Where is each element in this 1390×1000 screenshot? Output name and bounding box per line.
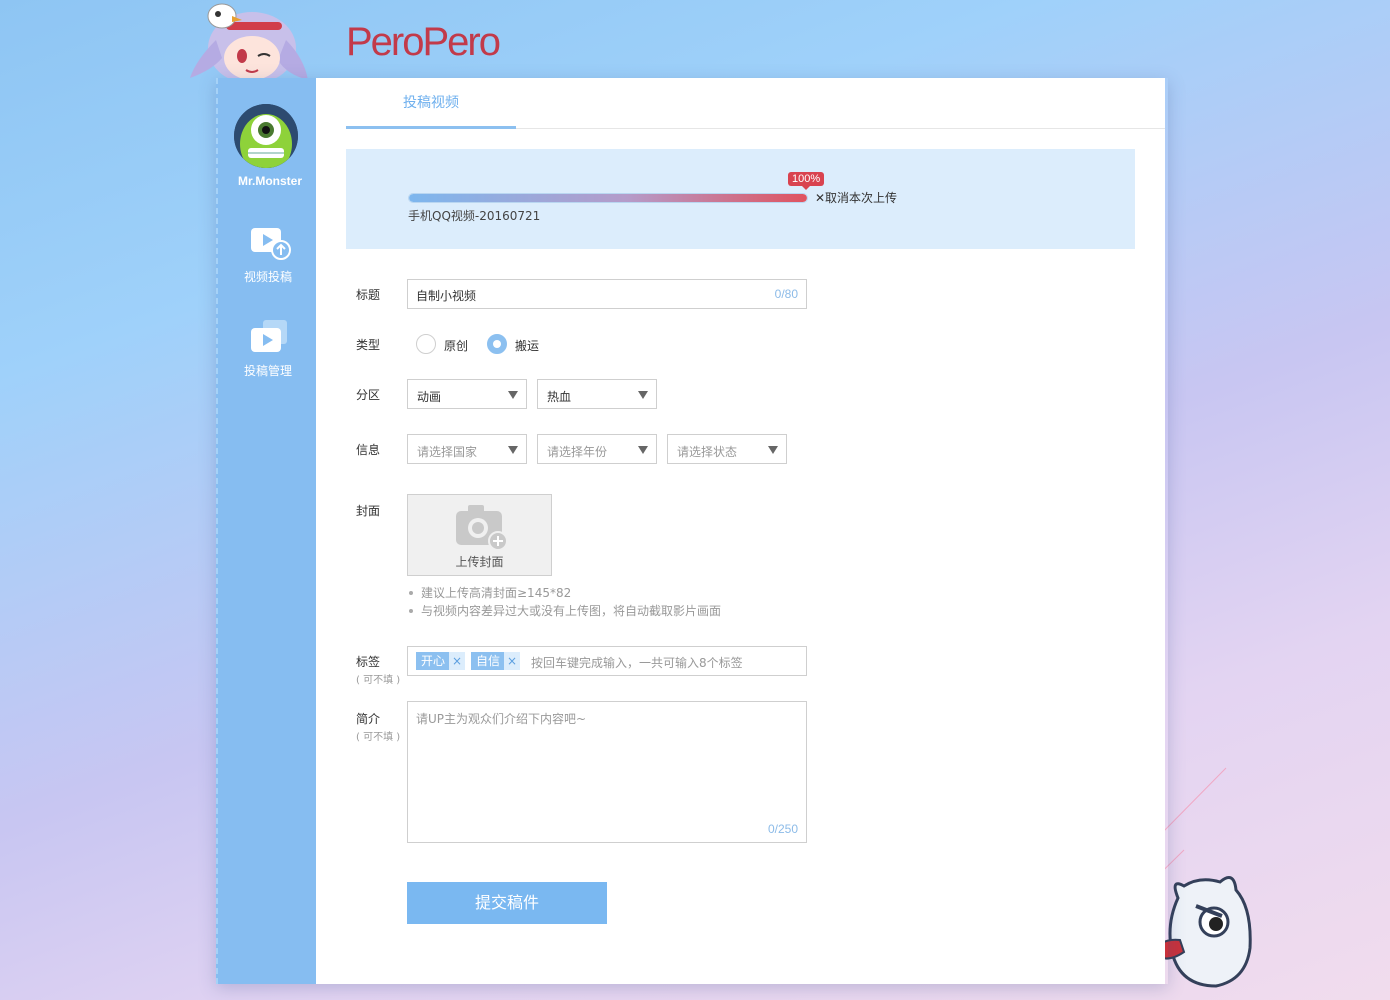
zone-label: 分区 [356,388,381,402]
info-label: 信息 [356,443,381,457]
tag-remove-icon[interactable]: × [504,652,521,670]
uploaded-file-name: 手机QQ视频-20160721 [408,209,541,223]
dropdown-arrow-icon [638,446,648,454]
title-input[interactable]: 自制小视频 0/80 [407,279,807,309]
tag-remove-icon[interactable]: × [449,652,466,670]
radio-label: 原创 [444,339,469,353]
tags-input[interactable]: 开心 × 自信 × 按回车键完成输入，一共可输入8个标签 [407,646,807,676]
tags-label-text: 标签 [356,655,381,669]
progress-fill [409,194,807,202]
sidebar-item-video-manage[interactable]: 投稿管理 [218,318,318,379]
main-panel: 投稿视频 100% ✕取消本次上传 手机QQ视频-20160721 标题 自制小… [316,78,1165,984]
tag-label: 自信 [476,654,501,668]
select-value: 动画 [417,390,442,404]
select-value: 热血 [547,390,572,404]
sidebar-item-label: 视频投稿 [243,270,292,284]
sidebar-item-label: 投稿管理 [243,364,292,378]
tag-chip: 开心 × [416,652,466,670]
sidebar: Mr.Monster 视频投稿 投稿管理 [216,78,316,984]
type-label: 类型 [356,338,381,352]
type-radio-group: 原创 搬运 [416,334,616,354]
mascot-girl-image [190,3,308,86]
title-input-value: 自制小视频 [416,289,477,303]
optional-hint: ( 可不填 ) [356,732,401,743]
zone-primary-select[interactable]: 动画 [407,379,527,409]
radio-circle [416,334,436,354]
intro-textarea[interactable]: 请UP主为观众们介绍下内容吧~ 0/250 [407,701,807,843]
avatar[interactable] [234,104,298,168]
intro-placeholder: 请UP主为观众们介绍下内容吧~ [416,712,587,726]
video-upload-icon [245,224,291,264]
select-placeholder: 请选择国家 [417,445,478,459]
cancel-upload-button[interactable]: ✕取消本次上传 [815,189,897,206]
tab-bar: 投稿视频 [346,78,1165,129]
tags-placeholder: 按回车键完成输入，一共可输入8个标签 [531,656,743,670]
radio-label: 搬运 [515,339,540,353]
progress-percent-badge: 100% [788,172,825,190]
cover-tips: 建议上传高清封面≥145*82 与视频内容差异过大或没有上传图，将自动截取影片画… [407,584,721,620]
upload-cover-label: 上传封面 [455,555,504,569]
tag-chip: 自信 × [471,652,521,670]
tab-submit-video[interactable]: 投稿视频 [346,78,516,129]
zone-secondary-select[interactable]: 热血 [537,379,657,409]
intro-label: 简介 ( 可不填 ) [356,710,400,743]
title-label: 标题 [356,288,381,302]
dropdown-arrow-icon [768,446,778,454]
optional-hint: ( 可不填 ) [356,675,401,686]
radio-circle [487,334,507,354]
intro-label-text: 简介 [356,712,381,726]
username: Mr.Monster [237,174,302,188]
perorero-logo[interactable]: PeroPero [346,20,501,65]
dropdown-arrow-icon [508,391,518,399]
tags-label: 标签 ( 可不填 ) [356,653,400,686]
status-select[interactable]: 请选择状态 [667,434,787,464]
cover-tip: 与视频内容差异过大或没有上传图，将自动截取影片画面 [407,602,721,620]
cover-tip: 建议上传高清封面≥145*82 [407,584,721,602]
submit-button[interactable]: 提交稿件 [407,882,607,924]
monster-avatar-image [234,104,298,168]
intro-char-counter: 0/250 [767,822,798,836]
tag-label: 开心 [421,654,446,668]
dropdown-arrow-icon [508,446,518,454]
country-select[interactable]: 请选择国家 [407,434,527,464]
upload-cover-button[interactable]: 上传封面 [407,494,552,576]
progress-bar [408,193,808,203]
video-manage-icon [245,318,291,358]
upload-progress-panel: 100% ✕取消本次上传 手机QQ视频-20160721 [346,149,1135,249]
select-placeholder: 请选择状态 [677,445,738,459]
title-char-counter: 0/80 [774,287,798,301]
camera-add-icon [456,505,508,551]
dropdown-arrow-icon [638,391,648,399]
year-select[interactable]: 请选择年份 [537,434,657,464]
app-window: Mr.Monster 视频投稿 投稿管理 投稿视频 100% ✕取消本次上传 手… [216,78,1168,984]
cover-label: 封面 [356,504,381,518]
sidebar-item-video-upload[interactable]: 视频投稿 [218,224,318,285]
select-placeholder: 请选择年份 [547,445,608,459]
